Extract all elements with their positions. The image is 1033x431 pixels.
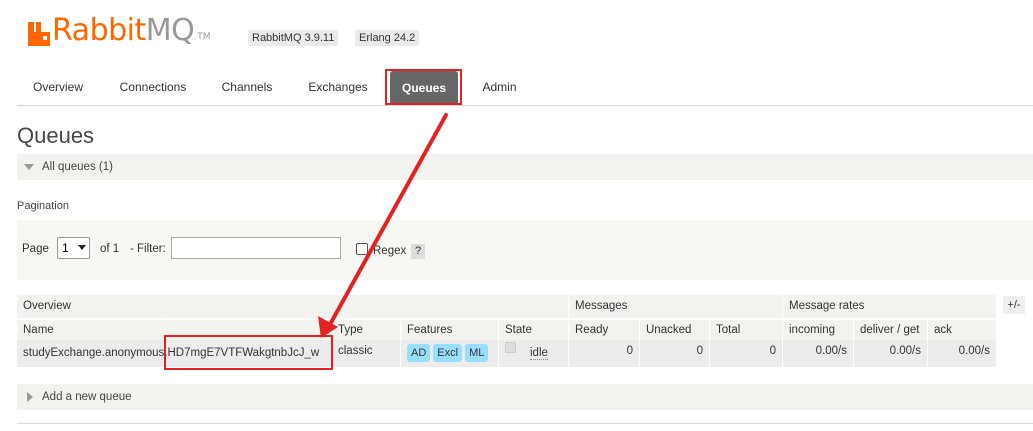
rabbitmq-logo-icon bbox=[28, 22, 50, 46]
annotation-highlight-queues-tab bbox=[385, 69, 462, 105]
add-queue-label: Add a new queue bbox=[42, 391, 132, 403]
expand-triangle-icon bbox=[27, 391, 33, 402]
column-header-total[interactable]: Total bbox=[710, 319, 783, 340]
column-header-state[interactable]: State bbox=[499, 319, 569, 340]
column-header-features[interactable]: Features bbox=[401, 319, 499, 340]
state-indicator-icon bbox=[505, 342, 516, 354]
tab-connections[interactable]: Connections bbox=[107, 69, 199, 105]
tab-channels[interactable]: Channels bbox=[207, 69, 287, 105]
queue-state: idle bbox=[499, 340, 569, 367]
all-queues-toggle[interactable]: All queues (1) bbox=[17, 154, 1033, 180]
tab-overview[interactable]: Overview bbox=[17, 69, 99, 105]
column-header-ready[interactable]: Ready bbox=[569, 319, 640, 340]
divider bbox=[17, 423, 1033, 424]
filter-input[interactable] bbox=[171, 237, 341, 259]
pagination-filter-bar: Page 1 of 1 - Filter: Regex ? bbox=[17, 220, 1033, 280]
column-header-type[interactable]: Type bbox=[332, 319, 401, 340]
annotation-highlight-queue-name bbox=[164, 335, 333, 370]
group-header-messages: Messages bbox=[569, 295, 783, 318]
queue-type: classic bbox=[332, 340, 401, 367]
queue-rate-incoming: 0.00/s bbox=[783, 340, 854, 367]
regex-checkbox[interactable] bbox=[356, 243, 368, 255]
queue-rate-ack: 0.00/s bbox=[928, 340, 997, 367]
feature-badge: Excl bbox=[433, 343, 463, 362]
rabbitmq-logo[interactable]: Rabbit MQ TM bbox=[28, 12, 211, 46]
page-title: Queues bbox=[17, 123, 95, 148]
pagination-heading: Pagination bbox=[17, 200, 69, 212]
column-header-incoming[interactable]: incoming bbox=[783, 319, 854, 340]
column-header-deliver-get[interactable]: deliver / get bbox=[854, 319, 928, 340]
feature-badge: ML bbox=[465, 343, 489, 362]
logo-trademark: TM bbox=[197, 32, 211, 42]
add-queue-toggle[interactable]: Add a new queue bbox=[17, 384, 1033, 410]
tab-exchanges[interactable]: Exchanges bbox=[297, 69, 379, 105]
regex-help-button[interactable]: ? bbox=[411, 244, 425, 259]
feature-badge: AD bbox=[407, 343, 431, 362]
page-select[interactable]: 1 bbox=[57, 237, 90, 259]
queue-total: 0 bbox=[710, 340, 783, 367]
filter-label: - Filter: bbox=[130, 243, 166, 255]
rabbitmq-version-badge: RabbitMQ 3.9.11 bbox=[248, 30, 339, 46]
column-header-unacked[interactable]: Unacked bbox=[640, 319, 710, 340]
regex-label: Regex bbox=[373, 245, 407, 257]
logo-text-rabbit: Rabbit bbox=[52, 13, 146, 48]
queue-state-label: idle bbox=[530, 347, 548, 360]
page-select-value: 1 bbox=[62, 241, 69, 255]
column-toggle-button[interactable]: +/- bbox=[1003, 296, 1025, 314]
chevron-down-icon bbox=[78, 245, 86, 250]
page-label: Page bbox=[22, 243, 49, 255]
queue-rate-deliver-get: 0.00/s bbox=[854, 340, 928, 367]
column-header-ack[interactable]: ack bbox=[928, 319, 997, 340]
page-count-label: of 1 bbox=[100, 243, 120, 255]
main-tabs: Overview Connections Channels Exchanges … bbox=[17, 69, 1033, 106]
logo-text-mq: MQ bbox=[145, 13, 195, 48]
all-queues-label: All queues (1) bbox=[42, 161, 113, 173]
queue-unacked: 0 bbox=[640, 340, 710, 367]
queue-ready: 0 bbox=[569, 340, 640, 367]
queue-features: AD Excl ML bbox=[401, 340, 499, 367]
collapse-triangle-icon bbox=[24, 163, 34, 170]
group-header-message-rates: Message rates bbox=[783, 295, 997, 318]
tab-admin[interactable]: Admin bbox=[472, 69, 527, 105]
erlang-version-badge: Erlang 24.2 bbox=[355, 30, 420, 46]
group-header-overview: Overview bbox=[17, 295, 569, 318]
